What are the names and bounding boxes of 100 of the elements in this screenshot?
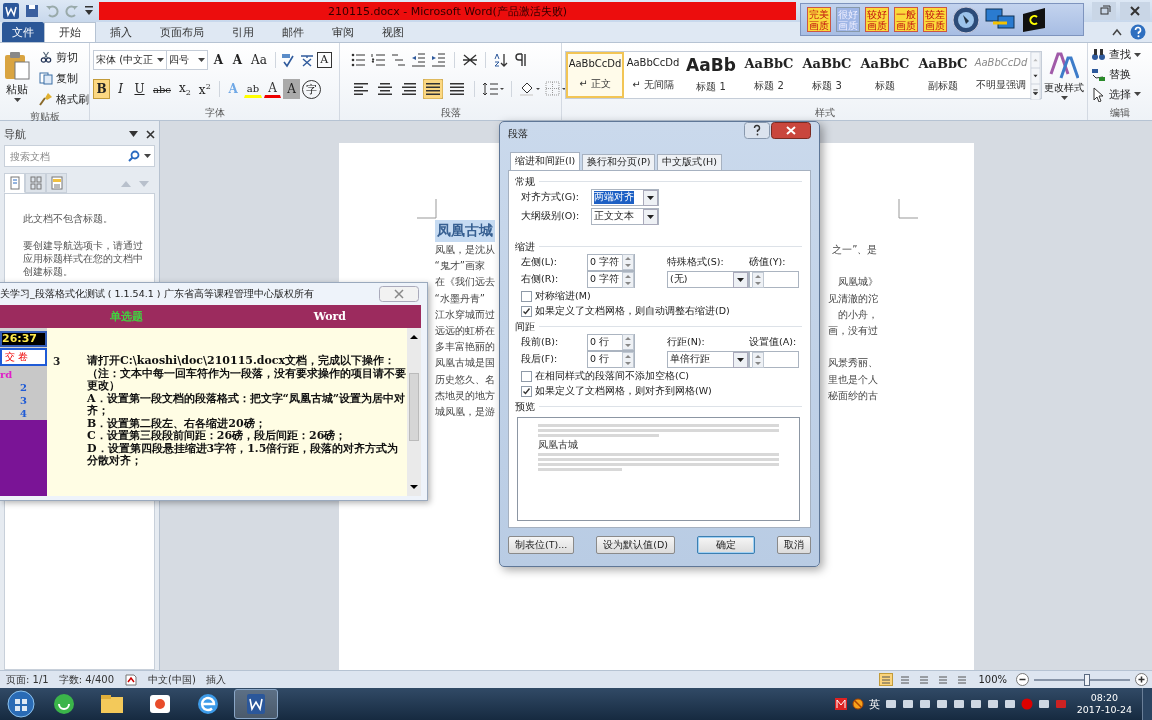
decrease-indent-icon[interactable] — [411, 51, 427, 68]
paste-button[interactable]: 粘贴 — [3, 51, 31, 102]
caret-icon[interactable] — [1134, 52, 1141, 57]
char-border-button[interactable]: A — [316, 51, 332, 68]
pin-icon[interactable] — [952, 5, 980, 34]
zoom-level[interactable]: 100% — [978, 674, 1007, 685]
sort-icon[interactable] — [493, 51, 509, 68]
caret-icon[interactable] — [144, 154, 151, 158]
dialog-tab[interactable]: 换行和分页(P) — [582, 154, 656, 170]
caret-icon[interactable] — [198, 57, 205, 62]
submit-button[interactable]: 交 卷 — [0, 348, 47, 366]
ribbon-tab[interactable]: 页面布局 — [146, 22, 218, 42]
input-language[interactable]: 英 — [868, 696, 880, 712]
script-button[interactable]: x$_{2}$ — [175, 79, 194, 100]
ribbon-tab[interactable]: 邮件 — [268, 22, 318, 42]
m-icon[interactable] — [834, 698, 847, 710]
style-item[interactable]: AaBbCcDd ↵ 正文 — [566, 51, 624, 98]
justify-icon[interactable] — [423, 79, 443, 100]
close-icon[interactable] — [146, 129, 155, 139]
increase-indent-icon[interactable] — [431, 51, 447, 68]
dialog-button[interactable]: 取消 — [776, 536, 811, 554]
checkbox-icon[interactable] — [521, 306, 532, 317]
close-icon[interactable] — [771, 122, 811, 139]
underline-button[interactable]: U — [131, 79, 148, 100]
caret-icon[interactable] — [157, 57, 164, 62]
clock-date[interactable]: 2017-10-24 — [1076, 704, 1132, 716]
style-item[interactable]: AaBbC 标题 — [856, 51, 914, 98]
zoom-out-icon[interactable] — [1016, 673, 1029, 686]
change-case-button[interactable]: Aa — [248, 49, 270, 70]
status-item[interactable]: 页面: 1/1 — [6, 672, 49, 687]
pane-menu-icon[interactable] — [129, 131, 138, 137]
question-link[interactable]: 3 — [0, 394, 47, 407]
search-input[interactable]: 搜索文档 — [8, 149, 124, 163]
start-orb-icon[interactable] — [4, 689, 38, 719]
style-item[interactable]: AaBb 标题 1 — [682, 51, 740, 98]
dialog-tab[interactable]: 中文版式(H) — [657, 154, 722, 170]
cut-button[interactable]: 剪切 — [39, 48, 89, 66]
spinner-icon[interactable] — [622, 271, 634, 288]
ribbon-tab[interactable]: 开始 — [44, 22, 96, 42]
caret-icon[interactable] — [1134, 92, 1141, 97]
grow-font-button[interactable]: A — [210, 49, 227, 70]
style-item[interactable]: AaBbC 副标题 — [914, 51, 972, 98]
paragraph-mark-icon[interactable] — [513, 51, 529, 68]
checkbox-icon[interactable] — [521, 386, 532, 397]
caret-icon[interactable] — [1060, 95, 1068, 100]
slider-thumb[interactable] — [1083, 673, 1090, 686]
spin-field[interactable]: 0 行 — [587, 351, 635, 368]
question-link[interactable]: 2 — [0, 381, 47, 394]
char-shading-button[interactable]: A — [283, 79, 301, 100]
bullets-icon[interactable] — [351, 51, 367, 68]
spin-field[interactable]: 0 字符 — [587, 271, 635, 288]
strikethrough-button[interactable]: abc — [150, 79, 174, 100]
font-size-field[interactable]: 四号 — [166, 49, 208, 70]
dropdown-field[interactable]: 单倍行距 — [667, 351, 749, 368]
status-item[interactable]: 字数: 4/400 — [58, 672, 115, 687]
highlight-button[interactable]: ab — [243, 80, 263, 99]
spin-field[interactable] — [749, 271, 799, 288]
taskbar-button[interactable] — [234, 689, 278, 719]
change-styles-button[interactable]: 更改样式 — [1044, 49, 1084, 100]
shrink-font-button[interactable]: A — [229, 49, 246, 70]
ribbon-tab[interactable]: 审阅 — [318, 22, 368, 42]
dialog-button[interactable]: 确定 — [697, 536, 755, 554]
shading-bucket-icon[interactable] — [519, 81, 541, 98]
record-icon[interactable] — [1020, 698, 1033, 710]
proofing-icon[interactable] — [124, 673, 139, 686]
question-link[interactable]: 4 — [0, 407, 47, 420]
spinner-icon[interactable] — [622, 351, 634, 368]
find-button[interactable]: 查找 — [1091, 45, 1141, 64]
spinner-icon[interactable] — [622, 334, 634, 350]
dialog-button[interactable]: 设为默认值(D) — [596, 536, 675, 554]
dropdown-field[interactable]: (无) — [667, 271, 749, 288]
screen-arc-icon[interactable] — [1020, 5, 1048, 34]
multilevel-list-icon[interactable] — [391, 51, 407, 68]
quality-button[interactable]: 较好画质 — [865, 7, 889, 32]
ribbon-tab[interactable]: 引用 — [218, 22, 268, 42]
style-item[interactable]: AaBbC 标题 3 — [798, 51, 856, 98]
ribbon-tab[interactable]: 视图 — [368, 22, 418, 42]
dropdown-field[interactable]: 两端对齐 — [591, 189, 659, 206]
style-item[interactable]: AaBbCcDd 不明显强调 — [972, 51, 1030, 98]
collapse-ribbon-icon[interactable] — [1112, 28, 1122, 36]
format-painter-button[interactable]: 格式刷 — [39, 90, 89, 108]
italic-button[interactable]: I — [112, 79, 129, 100]
select-button[interactable]: 选择 — [1091, 85, 1141, 104]
customize-caret-icon[interactable] — [85, 6, 93, 16]
clock-time[interactable]: 08:20 — [1090, 692, 1119, 704]
line-spacing-icon[interactable] — [482, 81, 504, 98]
caret-icon[interactable] — [13, 98, 21, 102]
status-item[interactable]: 中文(中国) — [148, 672, 196, 687]
ribbon-tab[interactable]: 插入 — [96, 22, 146, 42]
expand-gallery-icon[interactable] — [1030, 83, 1041, 100]
help-icon[interactable] — [744, 122, 770, 139]
search-icon[interactable] — [128, 150, 140, 162]
dialog-button[interactable]: 制表位(T)... — [508, 536, 575, 554]
search-field[interactable]: 搜索文档 — [4, 145, 155, 167]
quality-button[interactable]: 一般画质 — [894, 7, 918, 32]
style-item[interactable]: AaBbC 标题 2 — [740, 51, 798, 98]
scroll-thumb[interactable] — [409, 373, 419, 441]
spinner-icon[interactable] — [622, 254, 634, 270]
close-icon[interactable] — [1120, 2, 1150, 20]
bold-button[interactable]: B — [93, 79, 110, 100]
